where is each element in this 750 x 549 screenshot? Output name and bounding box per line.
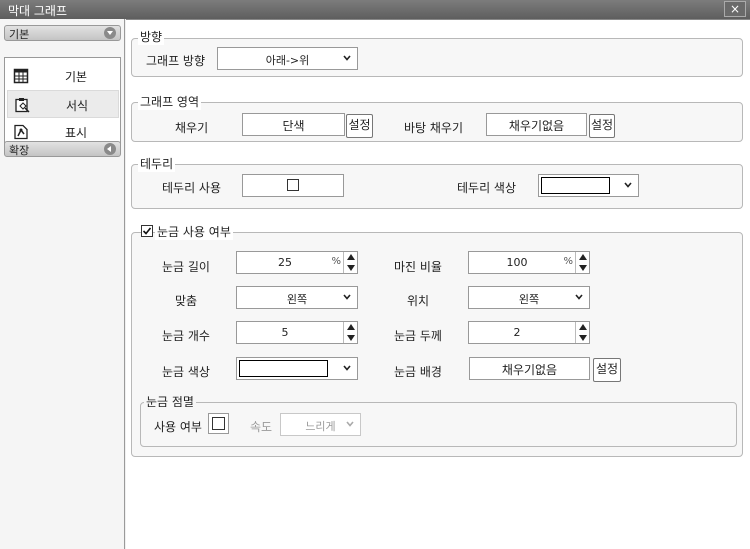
graph-area-title: 그래프 영역 [138, 93, 202, 110]
blink-title: 눈금 점멸 [144, 393, 196, 410]
tick-bg-settings-button[interactable]: 설정 [593, 358, 621, 382]
border-use-field [242, 174, 344, 197]
border-color-select[interactable] [538, 174, 639, 197]
spin-arrows-icon[interactable] [575, 322, 589, 343]
checkmark-icon [142, 227, 152, 235]
margin-ratio-value: 100 [506, 256, 528, 269]
expand-icon[interactable] [104, 143, 116, 155]
title-bar: 막대 그래프 × [0, 0, 750, 19]
margin-ratio-label: 마진 비율 [394, 260, 442, 274]
tick-bg-value-text: 채우기없음 [501, 363, 558, 377]
tick-color-label: 눈금 색상 [162, 365, 210, 379]
sidebar-item-format[interactable]: 서식 [7, 90, 119, 118]
chevron-down-icon [343, 294, 351, 300]
align-select[interactable]: 왼쪽 [236, 286, 358, 309]
margin-ratio-stepper[interactable]: 100 % [468, 251, 590, 274]
bg-fill-settings-button[interactable]: 설정 [589, 114, 615, 138]
ticks-title: 눈금 사용 여부 [155, 223, 233, 240]
blink-speed-label: 속도 [250, 420, 273, 434]
chevron-down-icon [624, 182, 632, 188]
section-extend-label: 확장 [9, 144, 30, 157]
chevron-down-icon [346, 421, 354, 427]
margin-ratio-unit: % [563, 256, 573, 267]
blink-use-checkbox[interactable] [212, 417, 225, 430]
border-color-label: 테두리 색상 [457, 181, 517, 195]
spin-arrows-icon[interactable] [343, 252, 357, 273]
tick-thickness-value: 2 [513, 326, 521, 339]
tick-thickness-stepper[interactable]: 2 [468, 321, 590, 344]
fill-settings-button[interactable]: 설정 [346, 114, 373, 138]
fill-value: 단색 [242, 113, 345, 136]
sidebar-item-label: 기본 [65, 70, 88, 84]
sidebar-section-extend[interactable]: 확장 [4, 141, 121, 157]
direction-title: 방향 [138, 28, 165, 45]
chevron-down-icon [343, 365, 351, 371]
align-value: 왼쪽 [286, 293, 308, 306]
align-label: 맞춤 [175, 294, 198, 308]
border-color-swatch [541, 177, 610, 194]
chevron-down-icon [343, 55, 351, 61]
sidebar: 기본 기본 서식 표시 확장 [0, 19, 125, 549]
table-icon [13, 68, 29, 84]
tick-count-stepper[interactable]: 5 [236, 321, 358, 344]
tick-color-swatch [239, 360, 328, 377]
collapse-icon[interactable] [104, 27, 116, 39]
format-icon [15, 98, 30, 113]
border-use-label: 테두리 사용 [162, 181, 222, 195]
bg-fill-value-text: 채우기없음 [508, 119, 565, 133]
chevron-down-icon [575, 294, 583, 300]
sidebar-item-basic[interactable]: 기본 [7, 62, 119, 90]
direction-value: 아래->위 [265, 54, 310, 67]
fill-label: 채우기 [175, 121, 209, 135]
blink-use-box [208, 413, 229, 434]
close-button[interactable]: × [724, 1, 746, 17]
blink-use-label: 사용 여부 [154, 420, 202, 434]
bg-fill-label: 바탕 채우기 [404, 121, 464, 135]
bg-fill-value: 채우기없음 [486, 113, 587, 136]
display-icon [14, 124, 28, 140]
tick-length-value: 25 [278, 256, 292, 269]
tick-length-unit: % [331, 256, 341, 267]
direction-label: 그래프 방향 [146, 54, 206, 68]
spin-arrows-icon[interactable] [343, 322, 357, 343]
sidebar-section-basic[interactable]: 기본 [4, 25, 121, 41]
direction-select[interactable]: 아래->위 [217, 47, 358, 70]
sidebar-item-label: 서식 [66, 99, 89, 113]
blink-speed-select[interactable]: 느리게 [280, 413, 361, 436]
tick-thickness-label: 눈금 두께 [394, 329, 442, 343]
tick-count-value: 5 [281, 326, 289, 339]
spin-arrows-icon[interactable] [575, 252, 589, 273]
position-label: 위치 [407, 294, 430, 308]
border-group [131, 164, 743, 209]
position-value: 왼쪽 [518, 293, 540, 306]
border-use-checkbox[interactable] [287, 179, 299, 191]
tick-length-label: 눈금 길이 [162, 260, 210, 274]
tick-length-stepper[interactable]: 25 % [236, 251, 358, 274]
tick-bg-label: 눈금 배경 [394, 365, 442, 379]
blink-group [140, 402, 737, 447]
section-basic-label: 기본 [9, 28, 30, 41]
tick-color-select[interactable] [236, 357, 358, 380]
ticks-enabled-checkbox[interactable] [141, 225, 153, 237]
window-title: 막대 그래프 [8, 4, 68, 18]
sidebar-menu: 기본 서식 표시 [4, 57, 121, 149]
position-select[interactable]: 왼쪽 [468, 286, 590, 309]
tick-bg-value: 채우기없음 [469, 357, 590, 380]
border-title: 테두리 [138, 155, 176, 172]
tick-count-label: 눈금 개수 [162, 329, 210, 343]
fill-value-text: 단색 [282, 119, 305, 133]
content-panel: 방향 그래프 방향 아래->위 그래프 영역 채우기 단색 설정 바탕 채우기 … [126, 19, 750, 549]
sidebar-item-label: 표시 [65, 126, 88, 140]
